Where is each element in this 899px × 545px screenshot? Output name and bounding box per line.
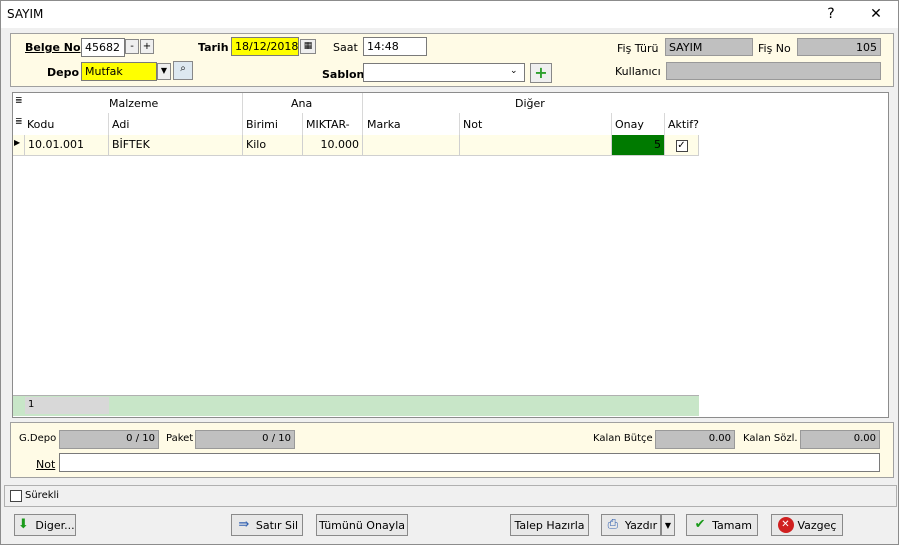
cell-kodu[interactable]: 10.01.001 — [25, 135, 109, 156]
cell-birimi[interactable]: Kilo — [243, 135, 303, 156]
sablon-select[interactable] — [363, 63, 525, 82]
cell-not[interactable] — [460, 135, 612, 156]
column-header-not[interactable]: Not — [463, 118, 482, 131]
column-divider — [242, 113, 243, 135]
group-header-diger: Diğer — [515, 97, 545, 110]
column-divider — [611, 113, 612, 135]
help-button[interactable]: ? — [811, 1, 851, 28]
gdepo-field: 0 / 10 — [59, 430, 159, 449]
add-sablon-icon[interactable]: + — [530, 63, 552, 83]
tarih-field[interactable]: 18/12/2018 — [231, 37, 299, 56]
column-header-miktar[interactable]: MIKTAR- — [306, 118, 350, 131]
column-header-kodu[interactable]: Kodu — [27, 118, 54, 131]
aktif-checkbox[interactable]: ✓ — [675, 140, 688, 152]
surekli-label: Sürekli — [25, 490, 60, 501]
cancel-icon: ✕ — [777, 517, 794, 533]
chevron-down-icon: ⌄ — [510, 66, 518, 76]
talep-hazirla-button[interactable]: Talep Hazırla — [510, 514, 589, 536]
column-header-adi[interactable]: Adi — [112, 118, 129, 131]
diger-button-label: Diger... — [35, 518, 75, 532]
paket-field: 0 / 10 — [195, 430, 295, 449]
satir-sil-button[interactable]: ⇛ Satır Sil — [231, 514, 303, 536]
kalan-sozl-label: Kalan Sözl. — [743, 433, 798, 444]
paket-label: Paket — [166, 433, 194, 444]
plus-button[interactable]: + — [140, 39, 154, 54]
depo-dropdown-icon[interactable]: ▼ — [157, 63, 171, 80]
calendar-icon[interactable]: ▦ — [300, 39, 316, 54]
column-menu-icon[interactable]: ≣ — [15, 96, 23, 106]
window: SAYIM ? ✕ Belge No 45682 - + Tarih 18/12… — [0, 0, 899, 545]
depo-label: Depo — [47, 66, 80, 79]
surekli-checkbox[interactable] — [10, 490, 22, 502]
cell-aktif[interactable]: ✓ — [665, 135, 699, 156]
check-icon: ✔ — [694, 517, 706, 532]
column-header-aktif[interactable]: Aktif? — [668, 118, 699, 131]
kullanici-field — [666, 62, 881, 80]
cell-miktar[interactable]: 10.000 — [303, 135, 363, 156]
column-divider — [362, 113, 363, 135]
kalan-butce-field: 0.00 — [655, 430, 735, 449]
title-bar: SAYIM ? ✕ — [1, 1, 898, 28]
yazdir-dropdown-icon[interactable]: ▼ — [661, 514, 675, 536]
arrow-down-icon: ⬇ — [17, 517, 29, 532]
column-divider — [108, 113, 109, 135]
delete-row-icon: ⇛ — [238, 517, 250, 532]
not-label: Not — [36, 458, 56, 471]
group-divider — [362, 93, 363, 113]
tamam-button-label: Tamam — [712, 518, 752, 532]
tarih-label: Tarih — [198, 41, 229, 54]
minus-button[interactable]: - — [125, 39, 139, 54]
row-count: 1 — [25, 397, 109, 414]
depo-lookup-icon[interactable]: ⌕ — [173, 61, 193, 80]
print-preview-icon: ⎙ — [607, 517, 619, 532]
column-header-marka[interactable]: Marka — [367, 118, 401, 131]
group-divider — [242, 93, 243, 113]
grid-footer — [13, 395, 699, 416]
sablon-label: Sablon — [322, 68, 365, 81]
tamam-button[interactable]: ✔ Tamam — [686, 514, 758, 536]
yazdir-button[interactable]: ⎙ Yazdır — [601, 514, 661, 536]
group-header-ana: Ana — [291, 97, 313, 110]
column-header-onay[interactable]: Onay — [615, 118, 644, 131]
column-header-birimi[interactable]: Birimi — [246, 118, 278, 131]
kalan-sozl-field: 0.00 — [800, 430, 880, 449]
saat-label: Saat — [333, 41, 358, 54]
tumunu-onayla-button-label: Tümünü Onayla — [319, 518, 405, 532]
talep-hazirla-button-label: Talep Hazırla — [514, 518, 585, 532]
kalan-butce-label: Kalan Bütçe — [593, 433, 653, 444]
row-indicator-icon: ▶ — [13, 135, 25, 156]
depo-field[interactable]: Mutfak — [81, 62, 157, 81]
fis-no-label: Fiş No — [758, 42, 791, 55]
belge-no-label: Belge No — [25, 41, 81, 54]
gdepo-label: G.Depo — [19, 433, 57, 444]
vazgec-button[interactable]: ✕ Vazgeç — [771, 514, 843, 536]
column-divider — [664, 113, 665, 135]
column-divider — [302, 113, 303, 135]
cell-onay[interactable]: 5 — [612, 135, 665, 156]
fis-turu-field: SAYIM — [665, 38, 753, 56]
not-field[interactable] — [59, 453, 880, 472]
belge-no-field[interactable]: 45682 — [81, 38, 125, 57]
fis-turu-label: Fiş Türü — [617, 42, 659, 55]
items-grid: ≣ Malzeme Ana Diğer ≣ Kodu Adi Birimi MI… — [12, 92, 889, 418]
window-title: SAYIM — [7, 7, 44, 21]
row-menu-icon[interactable]: ≣ — [15, 117, 23, 127]
diger-button[interactable]: ⬇ Diger... — [14, 514, 76, 536]
yazdir-button-label: Yazdır — [624, 518, 658, 532]
fis-no-field: 105 — [797, 38, 881, 56]
vazgec-button-label: Vazgeç — [797, 518, 837, 532]
surekli-bar — [4, 485, 897, 507]
cell-adi[interactable]: BİFTEK — [109, 135, 243, 156]
cell-marka[interactable] — [363, 135, 460, 156]
kullanici-label: Kullanıcı — [615, 65, 661, 78]
column-divider — [459, 113, 460, 135]
tumunu-onayla-button[interactable]: Tümünü Onayla — [316, 514, 408, 536]
group-header-malzeme: Malzeme — [109, 97, 159, 110]
satir-sil-button-label: Satır Sil — [255, 518, 299, 532]
saat-field[interactable]: 14:48 — [363, 37, 427, 56]
close-button[interactable]: ✕ — [856, 1, 896, 28]
